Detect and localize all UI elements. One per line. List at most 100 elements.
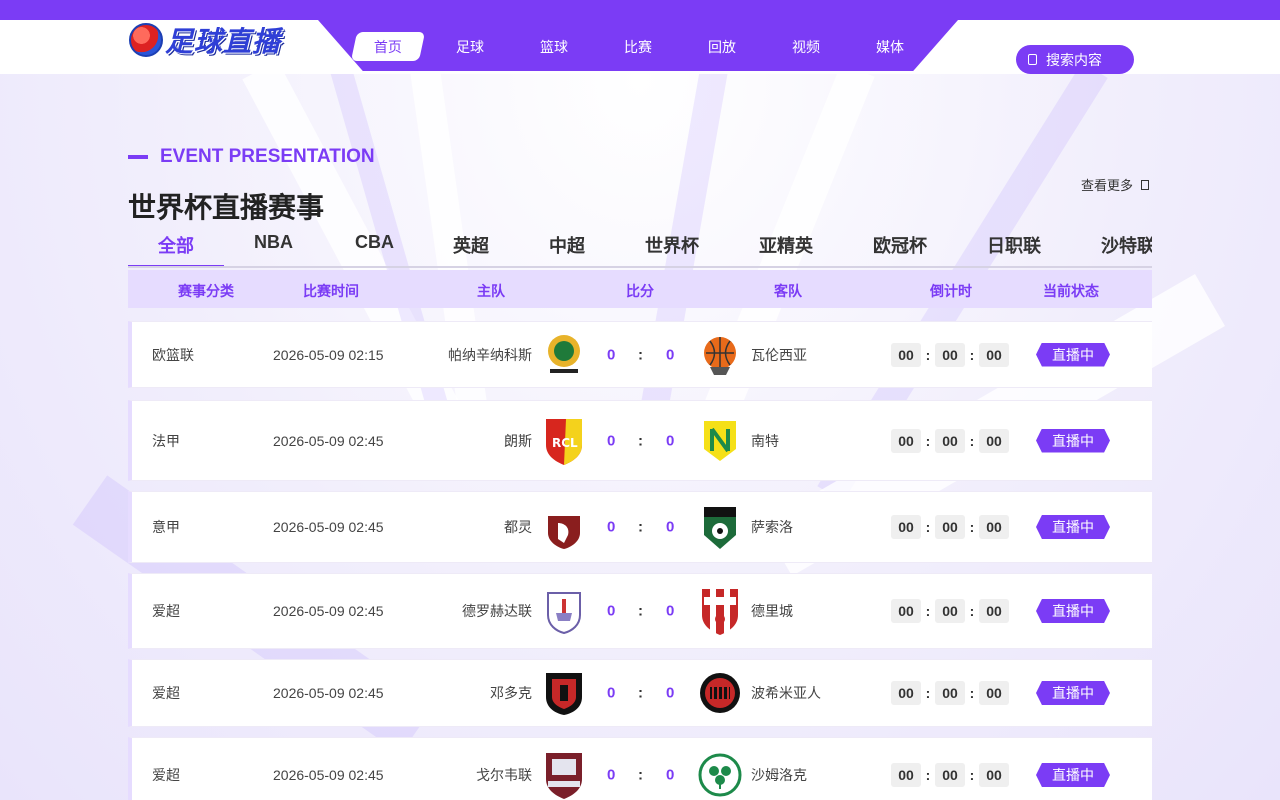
countdown-sep: : bbox=[925, 519, 931, 535]
nav-item-basketball[interactable]: 篮球 bbox=[520, 32, 588, 61]
row-home-score: 0 bbox=[607, 684, 616, 702]
row-away-score: 0 bbox=[666, 684, 675, 702]
section-title: 世界杯直播赛事 bbox=[128, 192, 325, 223]
row-away-team[interactable]: 德里城 bbox=[751, 601, 793, 621]
nav-item-home[interactable]: 首页 bbox=[350, 32, 426, 61]
countdown-hours: 00 bbox=[891, 515, 921, 539]
tab-nba[interactable]: NBA bbox=[254, 232, 293, 253]
search-button[interactable]: 搜索内容 bbox=[1016, 45, 1134, 74]
tab-cba[interactable]: CBA bbox=[355, 232, 394, 253]
tab-j-league[interactable]: 日职联 bbox=[987, 232, 1041, 258]
countdown-minutes: 00 bbox=[935, 681, 965, 705]
tab-acl-elite[interactable]: 亚精英 bbox=[759, 232, 813, 258]
row-away-score: 0 bbox=[666, 602, 675, 620]
header-status: 当前状态 bbox=[1043, 283, 1099, 299]
row-home-team[interactable]: 朗斯 bbox=[504, 431, 532, 451]
countdown: 00 : 00 : 00 bbox=[891, 342, 1009, 367]
section-tag-text: EVENT PRESENTATION bbox=[160, 146, 375, 167]
tab-csl[interactable]: 中超 bbox=[549, 232, 585, 258]
nav-item-matches[interactable]: 比赛 bbox=[604, 32, 672, 61]
row-away-team[interactable]: 萨索洛 bbox=[751, 517, 793, 537]
search-icon bbox=[1028, 54, 1037, 65]
table-row[interactable]: 爱超 2026-05-09 02:45 德罗赫达联 0 : 0 德里城 00 :… bbox=[128, 573, 1152, 649]
nav-item-football[interactable]: 足球 bbox=[436, 32, 504, 61]
countdown-seconds: 00 bbox=[979, 428, 1009, 453]
countdown-hours: 00 bbox=[891, 599, 921, 623]
table-row[interactable]: 爱超 2026-05-09 02:45 邓多克 0 : 0 波希米亚人 00 :… bbox=[128, 659, 1152, 727]
live-status-button[interactable]: 直播中 bbox=[1036, 599, 1110, 623]
arrow-right-icon bbox=[1141, 179, 1150, 190]
row-home-score: 0 bbox=[607, 346, 616, 363]
countdown-hours: 00 bbox=[891, 342, 921, 367]
row-time: 2026-05-09 02:45 bbox=[273, 685, 384, 701]
live-status-button[interactable]: 直播中 bbox=[1036, 763, 1110, 787]
live-status-button[interactable]: 直播中 bbox=[1036, 342, 1110, 367]
row-time: 2026-05-09 02:45 bbox=[273, 519, 384, 535]
row-score-colon: : bbox=[638, 518, 643, 536]
view-more-link[interactable]: 查看更多 bbox=[1081, 175, 1150, 194]
tab-premier-league[interactable]: 英超 bbox=[453, 232, 489, 258]
row-home-team[interactable]: 帕纳辛纳科斯 bbox=[448, 345, 532, 365]
valencia-crest-icon bbox=[698, 331, 742, 379]
countdown-minutes: 00 bbox=[935, 599, 965, 623]
nantes-crest-icon bbox=[698, 417, 742, 465]
row-home-score: 0 bbox=[607, 766, 616, 784]
logo-text: 足球直播 bbox=[165, 26, 282, 57]
countdown-sep: : bbox=[925, 767, 931, 783]
countdown-hours: 00 bbox=[891, 681, 921, 705]
shamrock-crest-icon bbox=[698, 751, 742, 799]
tab-ucl[interactable]: 欧冠杯 bbox=[873, 232, 927, 258]
countdown-sep: : bbox=[925, 603, 931, 619]
table-row[interactable]: 意甲 2026-05-09 02:45 都灵 0 : 0 萨索洛 00 : 00… bbox=[128, 491, 1152, 563]
countdown-hours: 00 bbox=[891, 763, 921, 787]
row-score-colon: : bbox=[638, 602, 643, 620]
site-logo[interactable]: 足球直播 bbox=[129, 21, 281, 59]
countdown: 00 : 00 : 00 bbox=[891, 428, 1009, 453]
row-home-team[interactable]: 邓多克 bbox=[490, 683, 532, 703]
tab-all[interactable]: 全部 bbox=[158, 232, 194, 258]
tab-saudi-league[interactable]: 沙特联 bbox=[1101, 232, 1152, 258]
nav-item-replay[interactable]: 回放 bbox=[688, 32, 756, 61]
live-status-button[interactable]: 直播中 bbox=[1036, 428, 1110, 453]
panathinaikos-crest-icon bbox=[542, 331, 586, 379]
header-time: 比赛时间 bbox=[303, 283, 359, 299]
countdown-sep: : bbox=[969, 346, 975, 363]
bohemians-crest-icon bbox=[698, 669, 742, 717]
drogheda-crest-icon bbox=[542, 587, 586, 635]
nav-item-video[interactable]: 视频 bbox=[772, 32, 840, 61]
row-home-team[interactable]: 德罗赫达联 bbox=[462, 601, 532, 621]
league-tabs: 全部 NBA CBA 英超 中超 世界杯 亚精英 欧冠杯 日职联 沙特联 bbox=[128, 226, 1152, 268]
table-row[interactable]: 法甲 2026-05-09 02:45 朗斯 RCL 0 : 0 南特 00 :… bbox=[128, 400, 1152, 481]
row-time: 2026-05-09 02:45 bbox=[273, 767, 384, 783]
view-more-label: 查看更多 bbox=[1081, 178, 1134, 193]
row-home-team[interactable]: 都灵 bbox=[504, 517, 532, 537]
row-away-team[interactable]: 瓦伦西亚 bbox=[751, 345, 807, 365]
row-league: 爱超 bbox=[152, 685, 180, 701]
row-away-score: 0 bbox=[666, 346, 675, 363]
live-status-button[interactable]: 直播中 bbox=[1036, 681, 1110, 705]
table-row[interactable]: 欧篮联 2026-05-09 02:15 帕纳辛纳科斯 0 : 0 瓦伦西亚 0… bbox=[128, 321, 1152, 388]
tab-world-cup[interactable]: 世界杯 bbox=[645, 232, 699, 258]
row-away-score: 0 bbox=[666, 518, 675, 536]
table-header: 赛事分类 比赛时间 主队 比分 客队 倒计时 当前状态 bbox=[128, 270, 1152, 308]
row-time: 2026-05-09 02:15 bbox=[273, 346, 384, 363]
countdown: 00 : 00 : 00 bbox=[891, 515, 1009, 539]
table-row[interactable]: 爱超 2026-05-09 02:45 戈尔韦联 0 : 0 沙姆洛克 00 :… bbox=[128, 737, 1152, 800]
nav-item-media[interactable]: 媒体 bbox=[856, 32, 924, 61]
countdown: 00 : 00 : 00 bbox=[891, 681, 1009, 705]
galway-crest-icon bbox=[542, 751, 586, 799]
row-away-team[interactable]: 波希米亚人 bbox=[751, 683, 821, 703]
countdown-hours: 00 bbox=[891, 428, 921, 453]
countdown-seconds: 00 bbox=[979, 681, 1009, 705]
row-score-colon: : bbox=[638, 684, 643, 702]
countdown-minutes: 00 bbox=[935, 515, 965, 539]
row-away-team[interactable]: 南特 bbox=[751, 431, 779, 451]
row-home-team[interactable]: 戈尔韦联 bbox=[476, 765, 532, 785]
row-away-team[interactable]: 沙姆洛克 bbox=[751, 765, 807, 785]
tab-active-indicator bbox=[128, 265, 224, 266]
countdown-minutes: 00 bbox=[935, 342, 965, 367]
countdown-sep: : bbox=[969, 685, 975, 701]
header-countdown: 倒计时 bbox=[930, 283, 972, 299]
live-status-button[interactable]: 直播中 bbox=[1036, 515, 1110, 539]
countdown: 00 : 00 : 00 bbox=[891, 599, 1009, 623]
